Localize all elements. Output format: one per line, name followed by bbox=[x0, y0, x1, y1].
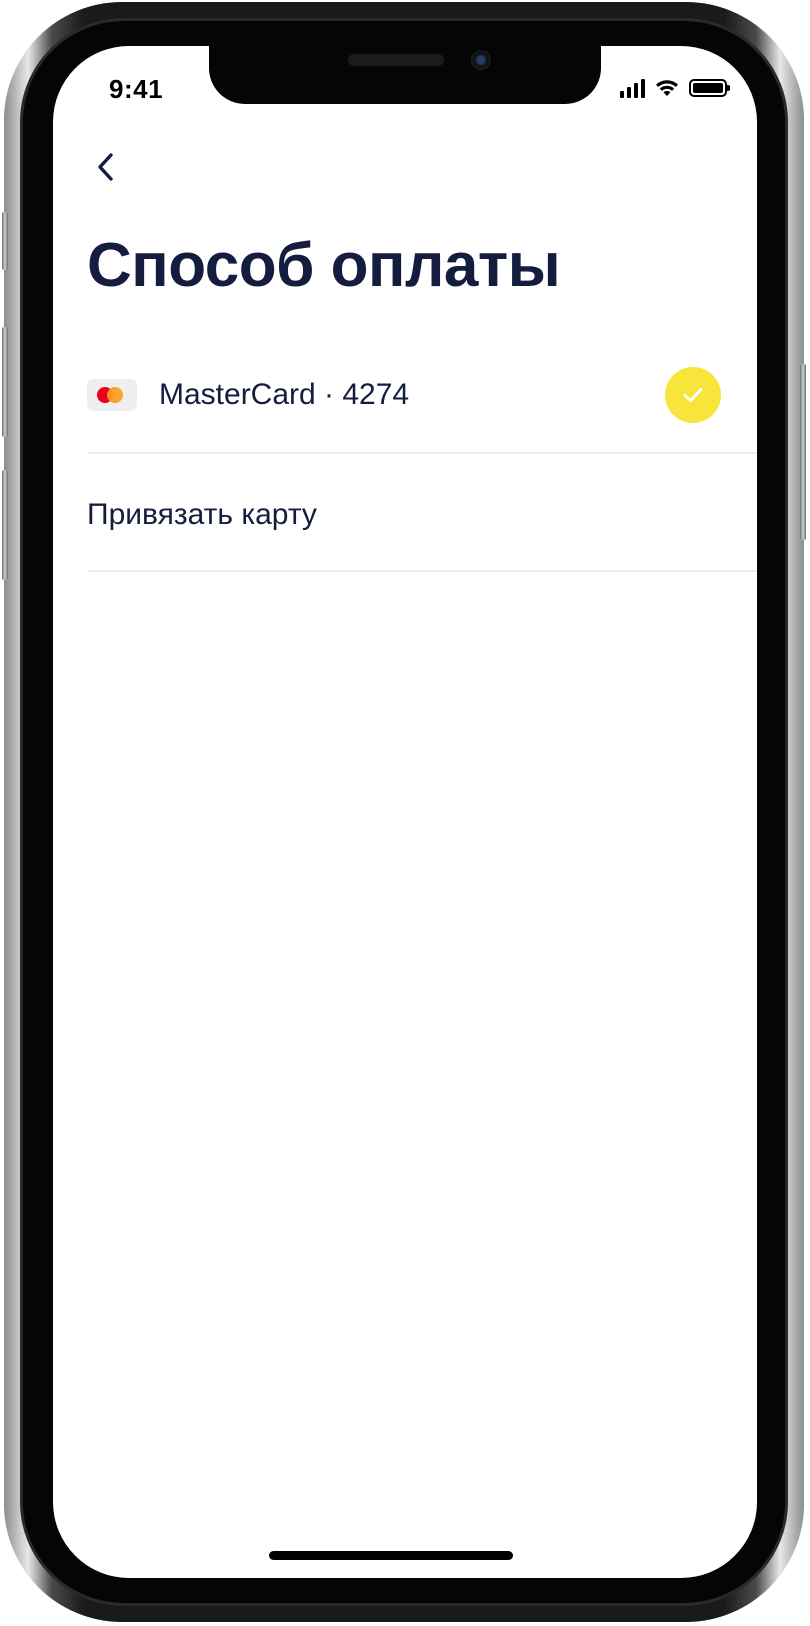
mastercard-icon bbox=[87, 379, 137, 411]
status-time: 9:41 bbox=[109, 74, 164, 104]
front-camera bbox=[471, 50, 491, 70]
add-card-label: Привязать карту bbox=[87, 498, 317, 531]
silent-switch bbox=[2, 212, 8, 270]
battery-icon bbox=[689, 79, 730, 97]
mastercard-orange-circle bbox=[107, 387, 123, 403]
volume-up-button bbox=[2, 327, 8, 437]
status-icons bbox=[620, 76, 730, 98]
app-screen: 9:41 Способ оплаты MasterCard · 4274 При… bbox=[53, 46, 757, 1578]
cellular-signal-icon bbox=[620, 78, 645, 98]
battery-level bbox=[693, 83, 723, 93]
selected-badge bbox=[665, 367, 721, 423]
chevron-left-icon bbox=[98, 153, 113, 181]
payment-method-mastercard[interactable]: MasterCard · 4274 bbox=[87, 336, 757, 454]
payment-method-label: MasterCard · 4274 bbox=[159, 378, 410, 411]
divider bbox=[87, 570, 757, 572]
notch bbox=[209, 46, 601, 104]
speaker-grille bbox=[348, 54, 444, 66]
home-indicator[interactable] bbox=[269, 1551, 513, 1560]
wifi-icon bbox=[656, 80, 678, 96]
divider bbox=[87, 452, 757, 454]
page-title: Способ оплаты bbox=[87, 231, 561, 300]
power-button bbox=[800, 364, 806, 540]
add-card-button[interactable]: Привязать карту bbox=[87, 456, 757, 574]
checkmark-icon bbox=[683, 388, 703, 402]
volume-down-button bbox=[2, 470, 8, 580]
back-button[interactable] bbox=[81, 142, 131, 192]
